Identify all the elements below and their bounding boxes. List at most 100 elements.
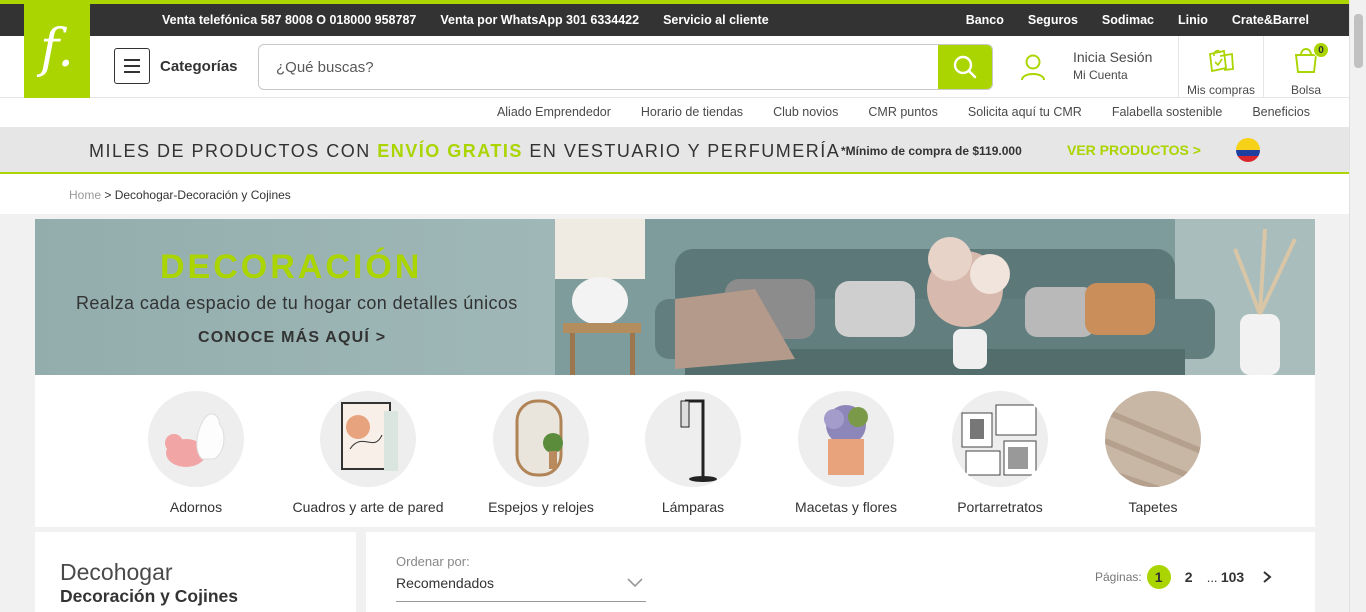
cmr-points-link[interactable]: CMR puntos [868, 105, 937, 119]
top-bar-left: Venta telefónica 587 8008 O 018000 95878… [162, 13, 769, 27]
category-label: Cuadros y arte de pared [292, 499, 444, 515]
pagination: Páginas: 1 2 ... 103 [1095, 565, 1274, 589]
benefits-link[interactable]: Beneficios [1252, 105, 1310, 119]
hamburger-menu-button[interactable] [114, 48, 150, 84]
bag-icon-wrap: 0 [1292, 42, 1329, 79]
logo-glyph: f. [40, 19, 74, 79]
breadcrumb-bar: Home > Decohogar-Decoración y Cojines [0, 174, 1349, 214]
bag-label: Bolsa [1290, 83, 1322, 97]
search-button[interactable] [938, 45, 992, 89]
category-carousel: Adornos Cuadros y arte de pared Espejos … [35, 375, 1315, 527]
page-scrollbar[interactable] [1349, 0, 1366, 612]
login-link[interactable]: Inicia Sesión Mi Cuenta [1073, 49, 1152, 82]
sort-value: Recomendados [396, 575, 495, 591]
category-cuadros[interactable]: Cuadros y arte de pared [288, 391, 448, 515]
banner-title: DECORACIÓN [160, 248, 423, 286]
top-bar: Venta telefónica 587 8008 O 018000 95878… [0, 0, 1349, 36]
pagination-ellipsis: ... [1206, 569, 1218, 585]
page-last-button[interactable]: 103 [1218, 565, 1248, 589]
header: Categorías Inicia Sesión Mi Cuenta Mis c… [0, 36, 1349, 98]
search-box [258, 44, 993, 90]
colombia-flag-icon[interactable] [1236, 138, 1260, 162]
decor-banner[interactable]: DECORACIÓN Realza cada espacio de tu hog… [35, 219, 1315, 375]
top-bar-right: Banco Seguros Sodimac Linio Crate&Barrel [966, 13, 1309, 27]
photo-frames-thumbnail [961, 404, 1037, 476]
secondary-nav: Aliado Emprendedor Horario de tiendas Cl… [0, 98, 1349, 128]
search-icon [953, 55, 977, 79]
sort-label: Ordenar por: [396, 554, 470, 569]
promo-strip: MILES DE PRODUCTOS CON ENVÍO GRATIS EN V… [0, 128, 1349, 174]
my-purchases-label: Mis compras [1186, 83, 1255, 97]
login-text: Inicia Sesión [1073, 49, 1153, 65]
category-lamparas[interactable]: Lámparas [613, 391, 773, 515]
seguros-link[interactable]: Seguros [1028, 13, 1078, 27]
lamp-thumbnail [680, 399, 717, 482]
breadcrumb-separator: > [101, 188, 115, 202]
sodimac-link[interactable]: Sodimac [1102, 13, 1154, 27]
sort-dropdown[interactable]: Recomendados [396, 572, 646, 602]
chevron-down-icon [627, 578, 643, 588]
sustainability-link[interactable]: Falabella sostenible [1112, 105, 1223, 119]
promo-headline: MILES DE PRODUCTOS CON ENVÍO GRATIS EN V… [89, 141, 840, 162]
linio-link[interactable]: Linio [1178, 13, 1208, 27]
lamparas-image [645, 391, 741, 487]
falabella-logo[interactable]: f. [24, 0, 90, 98]
results-panel: Ordenar por: Recomendados Páginas: 1 2 .… [366, 532, 1315, 612]
wall-art-thumbnail [341, 402, 398, 471]
customer-service-link[interactable]: Servicio al cliente [663, 13, 769, 27]
menu-icon-bar [124, 71, 140, 73]
category-label: Lámparas [661, 499, 725, 515]
page-2-button[interactable]: 2 [1177, 565, 1201, 589]
crate-barrel-link[interactable]: Crate&Barrel [1232, 13, 1309, 27]
category-adornos[interactable]: Adornos [116, 391, 276, 515]
view-products-link[interactable]: VER PRODUCTOS > [1067, 142, 1201, 158]
categories-label[interactable]: Categorías [160, 58, 238, 75]
tapetes-image [1105, 391, 1201, 487]
bag-count-badge: 0 [1313, 42, 1329, 58]
ornaments-thumbnail [165, 413, 225, 467]
search-input[interactable] [259, 45, 939, 89]
filter-sidebar: Decohogar Decoración y Cojines [35, 532, 356, 612]
my-purchases-button[interactable]: Mis compras [1180, 44, 1262, 97]
menu-icon-bar [124, 65, 140, 67]
pagination-label: Páginas: [1095, 570, 1142, 584]
store-hours-link[interactable]: Horario de tiendas [641, 105, 743, 119]
planter-thumbnail [824, 405, 868, 475]
scrollbar-thumb[interactable] [1354, 14, 1363, 68]
chevron-right-icon[interactable] [1260, 570, 1274, 584]
category-label: Adornos [169, 499, 223, 515]
category-macetas[interactable]: Macetas y flores [766, 391, 926, 515]
breadcrumb-home[interactable]: Home [69, 188, 101, 202]
user-icon[interactable] [1020, 53, 1046, 81]
portarretratos-image [952, 391, 1048, 487]
promo-free-shipping: ENVÍO GRATIS [377, 141, 523, 161]
category-label: Portarretratos [957, 499, 1043, 515]
rug-thumbnail [1105, 391, 1201, 487]
aliado-emprendedor-link[interactable]: Aliado Emprendedor [497, 105, 611, 119]
category-espejos[interactable]: Espejos y relojes [461, 391, 621, 515]
sidebar-title: Decohogar [60, 559, 173, 585]
category-tapetes[interactable]: Tapetes [1073, 391, 1233, 515]
page-1-button[interactable]: 1 [1146, 565, 1171, 589]
flag-stripe-yellow [1236, 138, 1260, 150]
bag-button[interactable]: 0 Bolsa [1264, 42, 1348, 97]
whatsapp-sales-link[interactable]: Venta por WhatsApp 301 6334422 [440, 13, 639, 27]
shopping-bags-icon [1209, 49, 1234, 73]
breadcrumb-current: Decohogar-Decoración y Cojines [114, 188, 291, 202]
menu-icon-bar [124, 59, 140, 61]
category-portarretratos[interactable]: Portarretratos [920, 391, 1080, 515]
banner-cta[interactable]: CONOCE MÁS AQUÍ > [198, 329, 386, 347]
category-label: Tapetes [1128, 499, 1178, 515]
category-label: Espejos y relojes [488, 499, 594, 515]
header-divider [1178, 36, 1179, 97]
club-novios-link[interactable]: Club novios [773, 105, 838, 119]
espejos-image [493, 391, 589, 487]
request-cmr-link[interactable]: Solicita aquí tu CMR [968, 105, 1082, 119]
cuadros-image [320, 391, 416, 487]
promo-text-c: EN VESTUARIO Y PERFUMERÍA [522, 141, 841, 161]
banco-link[interactable]: Banco [966, 13, 1004, 27]
sidebar-subtitle: Decoración y Cojines [60, 586, 238, 606]
phone-sales-link[interactable]: Venta telefónica 587 8008 O 018000 95878… [162, 13, 416, 27]
mirror-thumbnail [515, 399, 563, 477]
promo-minimum-note: *Mínimo de compra de $119.000 [841, 144, 1022, 158]
